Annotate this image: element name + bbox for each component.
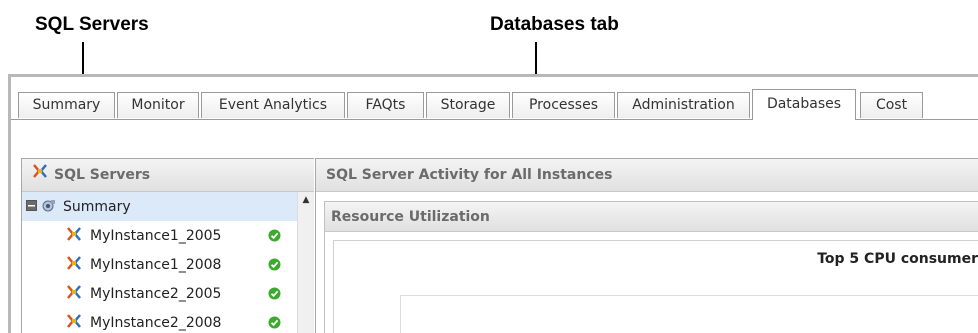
scroll-up-arrow-icon[interactable]: ▲ [298,192,314,209]
tab-event-analytics[interactable]: Event Analytics [201,92,345,118]
tab-cost[interactable]: Cost [860,92,923,118]
cpu-chart-box: Top 5 CPU consumer [333,240,978,333]
app-window: Summary Monitor Event Analytics FAQts St… [8,74,978,333]
callout-databases-tab: Databases tab [490,14,619,35]
sql-server-icon [66,226,82,246]
cpu-chart-title: Top 5 CPU consumer [817,251,978,267]
tree-item-label: MyInstance2_2005 [90,285,222,302]
tree-item-label: MyInstance1_2005 [90,227,222,244]
callout-sql-servers: SQL Servers [35,14,149,35]
sql-server-icon [66,313,82,333]
tab-processes[interactable]: Processes [512,92,615,118]
tree-item-label: MyInstance1_2008 [90,256,222,273]
tree-item-summary[interactable]: Summary [22,192,298,221]
tree-item-label: Summary [63,198,131,215]
tab-faqts[interactable]: FAQts [347,92,424,118]
tab-administration[interactable]: Administration [617,92,750,118]
sql-server-icon [32,159,48,192]
tree-item-instance[interactable]: MyInstance1_2005 [22,221,298,250]
resource-utilization-panel: Resource Utilization Top 5 CPU consumer [324,201,978,333]
sql-servers-pane: SQL Servers Summary MyInstance1_2005 MyI… [21,158,314,333]
tree-item-instance[interactable]: MyInstance1_2008 [22,250,298,279]
check-icon [268,258,281,275]
resource-utilization-header: Resource Utilization [325,202,978,232]
activity-pane: SQL Server Activity for All Instances Re… [315,158,978,333]
cpu-chart-plot-area [400,295,978,333]
tree-scrollbar[interactable]: ▲ [297,192,314,333]
content-area: SQL Servers Summary MyInstance1_2005 MyI… [11,120,978,333]
activity-header: SQL Server Activity for All Instances [316,159,978,192]
tab-storage[interactable]: Storage [426,92,510,118]
tree-item-instance[interactable]: MyInstance2_2005 [22,279,298,308]
check-icon [268,229,281,246]
sql-servers-title: SQL Servers [54,166,151,183]
tab-databases[interactable]: Databases [752,89,856,120]
sql-server-icon [66,284,82,304]
check-icon [268,316,281,333]
server-tree: Summary MyInstance1_2005 MyInstance1_200… [22,192,298,333]
sql-servers-header: SQL Servers [22,159,314,192]
tab-bar: Summary Monitor Event Analytics FAQts St… [11,89,978,120]
tab-monitor[interactable]: Monitor [117,92,199,118]
tree-item-label: MyInstance2_2008 [90,314,222,331]
sql-server-icon [66,255,82,275]
tab-summary[interactable]: Summary [18,92,115,118]
check-icon [268,287,281,304]
summary-icon [41,198,57,216]
collapse-minus-icon[interactable] [26,199,37,215]
tree-item-instance[interactable]: MyInstance2_2008 [22,308,298,333]
